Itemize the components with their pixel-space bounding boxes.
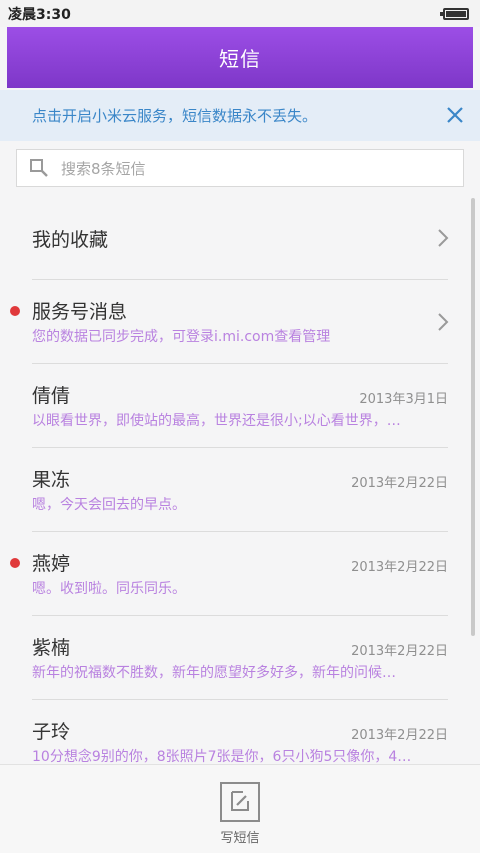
close-icon[interactable] bbox=[444, 104, 466, 126]
conversation-row[interactable]: 子玲 2013年2月22日 10分想念9别的你，8张照片7张是你，6只小狗5只像… bbox=[0, 700, 480, 764]
search-icon bbox=[30, 159, 48, 177]
title-bar: 短信 bbox=[7, 27, 473, 88]
conversation-name: 服务号消息 bbox=[32, 301, 128, 323]
compose-icon bbox=[231, 791, 249, 811]
status-bar: 凌晨3:30 bbox=[0, 0, 480, 27]
conversation-preview: 10分想念9别的你，8张照片7张是你，6只小狗5只像你，4… bbox=[32, 749, 412, 764]
conversation-preview: 嗯。收到啦。同乐同乐。 bbox=[32, 581, 186, 597]
page-title: 短信 bbox=[219, 47, 261, 71]
conversation-name: 燕婷 bbox=[32, 553, 71, 575]
conversation-row[interactable]: 倩倩 2013年3月1日 以眼看世界，即使站的最高，世界还是很小;以心看世界，… bbox=[0, 364, 480, 448]
unread-dot bbox=[10, 306, 20, 316]
conversation-date: 2013年2月22日 bbox=[351, 728, 448, 743]
scrollbar[interactable] bbox=[471, 198, 475, 636]
conversation-preview: 您的数据已同步完成，可登录i.mi.com查看管理 bbox=[32, 329, 331, 345]
cloud-service-notice[interactable]: 点击开启小米云服务，短信数据永不丢失。 bbox=[0, 90, 480, 141]
battery-full-icon bbox=[440, 7, 469, 20]
bottom-bar: 写短信 bbox=[0, 764, 480, 853]
conversation-list[interactable]: 我的收藏 服务号消息 您的数据已同步完成，可登录i.mi.com查看管理 倩倩 … bbox=[0, 196, 480, 764]
unread-dot bbox=[10, 558, 20, 568]
conversation-name: 子玲 bbox=[32, 721, 71, 743]
conversation-date: 2013年3月1日 bbox=[359, 392, 448, 407]
chevron-right-icon bbox=[438, 313, 449, 331]
conversation-date: 2013年2月22日 bbox=[351, 644, 448, 659]
search-placeholder: 搜索8条短信 bbox=[61, 159, 146, 178]
conversation-row[interactable]: 燕婷 2013年2月22日 嗯。收到啦。同乐同乐。 bbox=[0, 532, 480, 616]
chevron-right-icon bbox=[438, 229, 449, 247]
conversation-name: 倩倩 bbox=[32, 385, 71, 407]
conversation-preview: 嗯，今天会回去的早点。 bbox=[32, 497, 186, 513]
favorites-row[interactable]: 我的收藏 bbox=[0, 196, 480, 280]
conversation-date: 2013年2月22日 bbox=[351, 560, 448, 575]
conversation-row[interactable]: 紫楠 2013年2月22日 新年的祝福数不胜数，新年的愿望好多好多，新年的问候… bbox=[0, 616, 480, 700]
conversation-name: 紫楠 bbox=[32, 637, 71, 659]
conversation-preview: 以眼看世界，即使站的最高，世界还是很小;以心看世界，… bbox=[32, 413, 401, 429]
conversation-preview: 新年的祝福数不胜数，新年的愿望好多好多，新年的问候… bbox=[32, 665, 396, 681]
compose-label[interactable]: 写短信 bbox=[0, 827, 480, 846]
status-time: 凌晨3:30 bbox=[8, 6, 71, 23]
search-input[interactable]: 搜索8条短信 bbox=[16, 149, 464, 187]
favorites-label: 我的收藏 bbox=[32, 229, 109, 251]
compose-button[interactable] bbox=[220, 782, 260, 822]
conversation-row[interactable]: 服务号消息 您的数据已同步完成，可登录i.mi.com查看管理 bbox=[0, 280, 480, 364]
conversation-row[interactable]: 果冻 2013年2月22日 嗯，今天会回去的早点。 bbox=[0, 448, 480, 532]
conversation-name: 果冻 bbox=[32, 469, 71, 491]
notice-text[interactable]: 点击开启小米云服务，短信数据永不丢失。 bbox=[32, 105, 317, 126]
conversation-date: 2013年2月22日 bbox=[351, 476, 448, 491]
